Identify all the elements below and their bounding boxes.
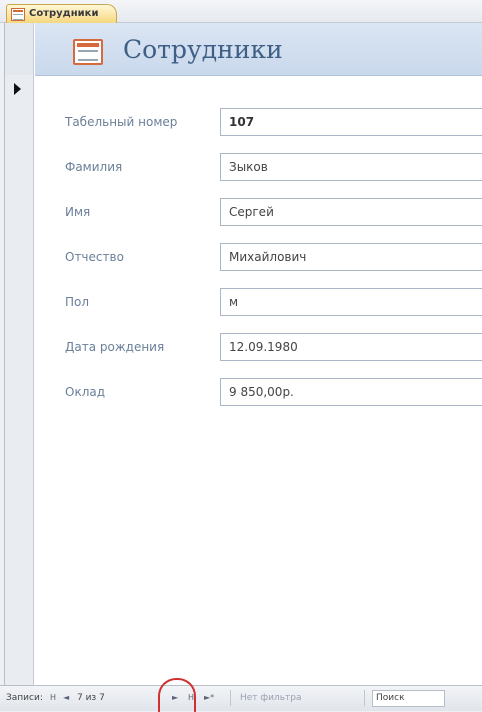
tab-employees[interactable]: Сотрудники [6, 4, 118, 23]
form-icon [11, 8, 25, 21]
record-navigation-bar: Записи: H ◄ 7 из 7 ► H ►* Нет фильтра По… [0, 685, 482, 711]
form-window: Сотрудники Табельный номер 107 Фамилия З… [4, 23, 482, 685]
field-row-gender: Пол м [35, 288, 482, 318]
form-header: Сотрудники [35, 23, 482, 76]
birth-date-field[interactable]: 12.09.1980 [220, 333, 482, 361]
gender-field[interactable]: м [220, 288, 482, 316]
salary-field[interactable]: 9 850,00р. [220, 378, 482, 406]
field-row-salary: Оклад 9 850,00р. [35, 378, 482, 408]
field-row-patronymic: Отчество Михайлович [35, 243, 482, 273]
red-annotation-mark [158, 678, 196, 712]
first-name-field[interactable]: Сергей [220, 198, 482, 226]
tab-number-field[interactable]: 107 [220, 108, 482, 136]
record-position[interactable]: 7 из 7 [77, 693, 105, 703]
form-detail: Табельный номер 107 Фамилия Зыков Имя Се… [35, 75, 482, 685]
field-label: Оклад [65, 385, 106, 399]
field-label: Пол [65, 295, 90, 309]
field-label: Дата рождения [65, 340, 165, 354]
divider [364, 690, 365, 706]
document-tab-strip: Сотрудники [0, 0, 482, 23]
tab-label: Сотрудники [29, 8, 99, 19]
new-record-button[interactable]: ►* [204, 692, 214, 704]
field-row-birth-date: Дата рождения 12.09.1980 [35, 333, 482, 363]
current-record-arrow-icon [14, 83, 21, 95]
field-row-first-name: Имя Сергей [35, 198, 482, 228]
form-title: Сотрудники [123, 35, 283, 64]
form-icon [73, 39, 103, 65]
no-filter-button[interactable]: Нет фильтра [240, 693, 301, 703]
field-row-tab-number: Табельный номер 107 [35, 108, 482, 138]
record-selector[interactable] [5, 75, 34, 685]
field-label: Табельный номер [65, 115, 178, 129]
records-label: Записи: [6, 693, 43, 703]
divider [230, 690, 231, 706]
previous-record-button[interactable]: ◄ [63, 692, 69, 704]
field-label: Фамилия [65, 160, 123, 174]
first-record-button[interactable]: H [50, 692, 56, 704]
header-selector [5, 23, 34, 76]
field-row-surname: Фамилия Зыков [35, 153, 482, 183]
patronymic-field[interactable]: Михайлович [220, 243, 482, 271]
field-label: Отчество [65, 250, 124, 264]
surname-field[interactable]: Зыков [220, 153, 482, 181]
field-label: Имя [65, 205, 91, 219]
search-input[interactable]: Поиск [372, 690, 445, 707]
